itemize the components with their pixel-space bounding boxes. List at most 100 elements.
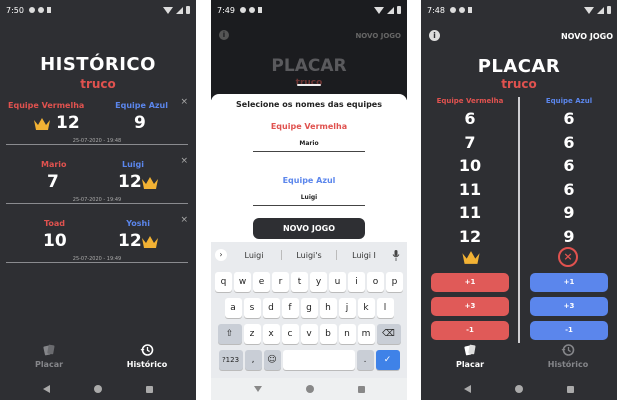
key[interactable]: c (281, 324, 299, 344)
key[interactable]: u (329, 272, 346, 292)
wifi-icon (374, 6, 384, 14)
left-score: 12 (56, 113, 80, 133)
key[interactable]: e (253, 272, 270, 292)
score-entry: 9 (563, 226, 575, 246)
wifi-icon (584, 6, 594, 14)
comma-key[interactable]: , (244, 350, 262, 370)
sheet-handle[interactable] (297, 84, 321, 86)
recents-icon[interactable] (357, 385, 365, 393)
symbols-key[interactable]: ?123 (218, 350, 243, 370)
tab-placar[interactable]: Placar (421, 334, 519, 378)
recents-icon[interactable] (567, 385, 574, 393)
right-team-name: Equipe Azul (115, 101, 168, 110)
suggestion-strip: › Luigi Luigi's Luigi I (211, 244, 407, 266)
score-entry: 10 (458, 156, 482, 175)
key[interactable]: m (357, 324, 375, 344)
team2-input[interactable]: Luigi (253, 194, 365, 206)
key[interactable]: h (319, 298, 337, 318)
microphone-icon[interactable] (391, 249, 401, 261)
key[interactable]: k (357, 298, 375, 318)
right-score: 12 (118, 231, 142, 251)
notification-icon (248, 7, 255, 13)
history-screen: 7:50 HISTÓRICO truco × Equipe Vermelha E… (0, 0, 196, 400)
bottom-tabs: Placar Histórico (0, 334, 196, 378)
space-key[interactable] (282, 350, 355, 370)
tab-historico[interactable]: Histórico (519, 334, 617, 378)
close-icon[interactable]: × (180, 156, 188, 166)
score-entry: 6 (563, 179, 575, 199)
wifi-icon (163, 6, 173, 14)
close-icon[interactable]: × (180, 97, 188, 107)
system-nav-bar (421, 378, 617, 400)
home-icon[interactable] (305, 385, 314, 393)
done-check-icon[interactable]: ✓ (375, 350, 400, 370)
bottom-sheet: Selecione os nomes das equipes Equipe Ve… (211, 84, 407, 242)
sd-card-icon (46, 7, 51, 13)
key-row-4: ?123 , ☺ . ✓ (213, 350, 405, 370)
page-subtitle: truco (80, 77, 116, 91)
battery-icon (186, 6, 190, 14)
suggestion[interactable]: Luigi I (337, 251, 391, 260)
left-score: 10 (43, 231, 67, 251)
status-bar: 7:49 (211, 0, 407, 20)
key[interactable]: f (281, 298, 299, 318)
key-row-2: a s d f g h j k l (213, 298, 405, 318)
team-names-screen: 7:49 i NOVO JOGO PLACAR tr u c o Selecione … (211, 0, 407, 400)
left-plus3-button[interactable]: +3 (431, 297, 509, 316)
key[interactable]: p (386, 272, 403, 292)
right-score: 12 (118, 172, 142, 192)
left-team-name: Equipe Vermelha (436, 97, 504, 105)
chevron-right-icon[interactable]: › (215, 249, 227, 261)
suggestion[interactable]: Luigi's (282, 251, 336, 260)
score-entry: 12 (458, 226, 482, 246)
key[interactable]: o (367, 272, 384, 292)
score-entry: 9 (563, 203, 575, 222)
key[interactable]: v (300, 324, 318, 344)
team1-label: Equipe Vermelha (270, 122, 348, 131)
key[interactable]: l (376, 298, 394, 318)
period-key[interactable]: . (356, 350, 374, 370)
back-icon[interactable] (464, 385, 471, 393)
column-divider (518, 97, 520, 343)
history-entry: × Mario Luigi 7 12 25-07-2020 - 19:49 (6, 156, 188, 214)
key[interactable]: g (300, 298, 318, 318)
left-plus1-button[interactable]: +1 (431, 273, 509, 292)
emoji-icon[interactable]: ☺ (263, 350, 281, 370)
key[interactable]: w (234, 272, 251, 292)
backspace-icon[interactable]: ⌫ (376, 324, 401, 344)
key[interactable]: j (338, 298, 356, 318)
tab-placar[interactable]: Placar (0, 334, 98, 378)
crown-icon (34, 118, 50, 130)
key[interactable]: n (338, 324, 356, 344)
recents-icon[interactable] (146, 385, 153, 393)
key[interactable]: a (224, 298, 242, 318)
key[interactable]: d (262, 298, 280, 318)
key[interactable]: x (262, 324, 280, 344)
key[interactable]: z (243, 324, 261, 344)
right-plus3-button[interactable]: +3 (530, 297, 608, 316)
info-icon[interactable]: i (429, 30, 440, 41)
hide-keyboard-icon[interactable] (253, 386, 262, 392)
back-icon[interactable] (43, 385, 50, 393)
new-game-link[interactable]: NOVO JOGO (561, 32, 613, 41)
score-entry: 6 (563, 132, 575, 152)
notification-icon (449, 7, 456, 13)
key[interactable]: q (215, 272, 232, 292)
left-team-name: Equipe Vermelha (8, 101, 85, 110)
new-game-button[interactable]: NOVO JOGO (253, 218, 365, 239)
key[interactable]: i (348, 272, 365, 292)
tab-historico[interactable]: Histórico (98, 334, 196, 378)
close-icon[interactable]: × (180, 215, 188, 225)
team1-input[interactable]: Mario (253, 140, 365, 152)
suggestion[interactable]: Luigi (227, 251, 281, 260)
home-icon[interactable] (515, 385, 523, 393)
right-plus1-button[interactable]: +1 (530, 273, 608, 292)
home-icon[interactable] (94, 385, 102, 393)
key[interactable]: b (319, 324, 337, 344)
shift-icon[interactable]: ⇧ (217, 324, 242, 344)
key[interactable]: y (310, 272, 327, 292)
key[interactable]: r (272, 272, 289, 292)
key[interactable]: s (243, 298, 261, 318)
key[interactable]: t (291, 272, 308, 292)
bg-title: PLACAR (271, 56, 347, 76)
